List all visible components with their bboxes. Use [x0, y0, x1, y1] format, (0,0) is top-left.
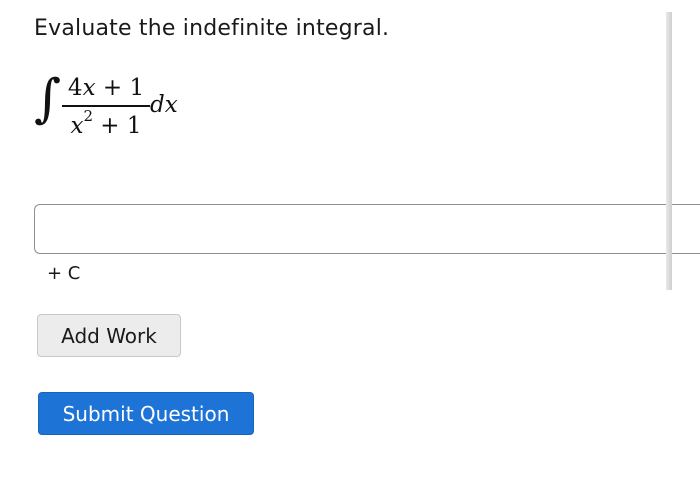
- integral-sign: ∫: [34, 69, 62, 129]
- submit-question-button[interactable]: Submit Question: [38, 392, 254, 435]
- numerator-variable: x: [82, 75, 96, 101]
- scrollbar-track[interactable]: [666, 12, 672, 290]
- answer-input[interactable]: [34, 204, 700, 254]
- constant-of-integration-label: + C: [47, 263, 81, 284]
- question-prompt: Evaluate the indefinite integral.: [34, 16, 390, 41]
- fraction-denominator: x2 + 1: [64, 109, 148, 140]
- denominator-variable: x: [70, 113, 84, 139]
- numerator-coefficient: 4: [67, 75, 83, 101]
- fraction-numerator: 4x + 1: [64, 74, 148, 102]
- denominator-exponent: 2: [83, 107, 93, 126]
- differential: dx: [150, 92, 178, 118]
- denominator-rest: + 1: [93, 113, 142, 139]
- numerator-rest: + 1: [95, 75, 145, 101]
- add-work-button[interactable]: Add Work: [37, 314, 181, 357]
- integral-expression: ∫ 4x + 1 x2 + 1 dx: [34, 69, 194, 152]
- fraction-bar: [62, 105, 150, 107]
